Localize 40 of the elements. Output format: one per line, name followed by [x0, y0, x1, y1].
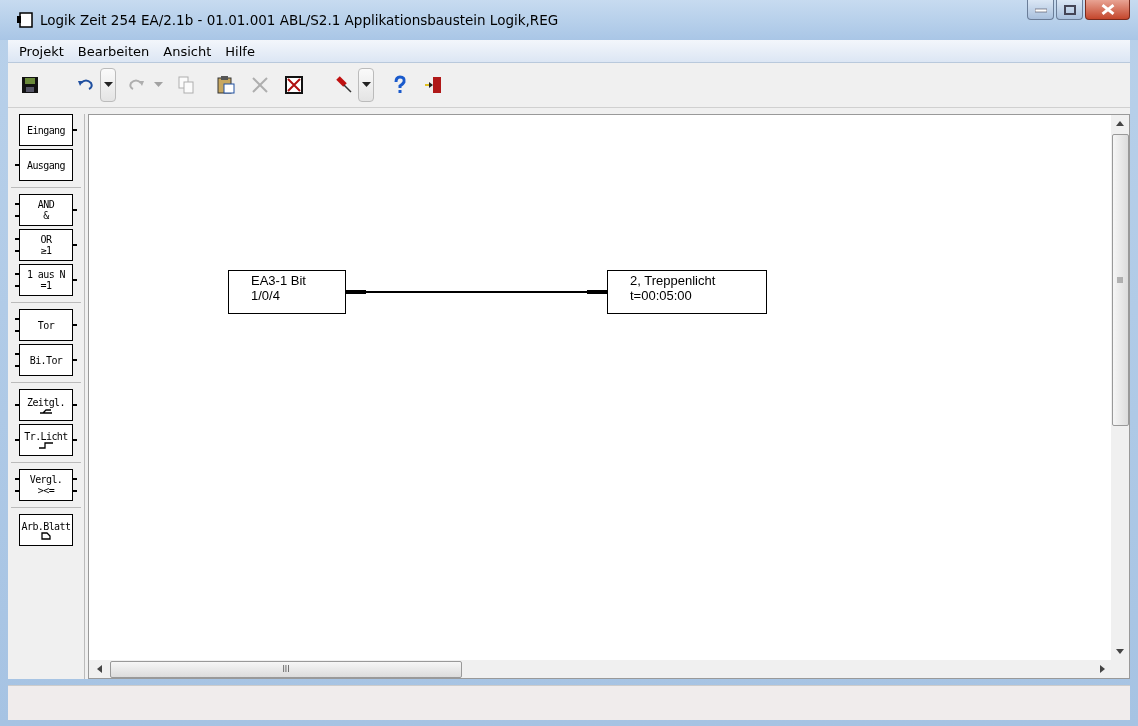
pushpin-icon: [334, 75, 354, 95]
scrollbar-grip: III: [282, 664, 290, 674]
save-icon: [20, 75, 40, 95]
copy-icon: [176, 75, 196, 95]
step-symbol-icon: [39, 442, 53, 449]
dropdown-button[interactable]: [100, 68, 116, 102]
menu-item[interactable]: Bearbeiten: [70, 43, 157, 59]
block-text: 1/0/4: [251, 288, 280, 303]
block-text: 2, Treppenlicht: [630, 273, 716, 288]
scroll-up-arrow-icon[interactable]: [1116, 121, 1124, 126]
dropdown-button[interactable]: [358, 68, 374, 102]
scroll-down-arrow-icon[interactable]: [1116, 649, 1124, 654]
window-title: Logik Zeit 254 EA/2.1b - 01.01.001 ABL/S2.1 Applikationsbaustein Logik,REG: [40, 12, 559, 28]
sheet-icon: [41, 531, 51, 540]
dropdown-arrow: [153, 82, 163, 88]
maximize-button[interactable]: [1056, 0, 1083, 20]
minimize-icon: [1034, 6, 1047, 13]
delete-icon: [250, 75, 270, 95]
scroll-left-arrow-icon[interactable]: [97, 665, 102, 673]
menu-item[interactable]: Projekt: [12, 43, 71, 59]
logic-block[interactable]: 2, Treppenlicht t=00:05:00: [607, 270, 767, 314]
app-icon: [16, 11, 34, 29]
menu-item[interactable]: Ansicht: [156, 43, 219, 59]
close-button[interactable]: [1085, 0, 1130, 20]
dropdown-arrow: [103, 82, 113, 88]
maximize-icon: [1063, 4, 1076, 15]
menu-item[interactable]: Hilfe: [218, 43, 262, 59]
delete-box-icon: [284, 75, 304, 95]
scroll-right-arrow-icon[interactable]: [1100, 665, 1105, 673]
close-icon: [1100, 4, 1115, 15]
paste-icon: [216, 75, 236, 95]
exit-door-icon: [424, 75, 444, 95]
dropdown-arrow: [361, 82, 371, 88]
delay-symbol-icon: [39, 407, 53, 414]
logic-block[interactable]: EA3-1 Bit 1/0/4: [228, 270, 346, 314]
diagram-canvas[interactable]: EA3-1 Bit 1/0/4 2, Treppenlicht t=00:05:00: [89, 115, 1111, 660]
block-text: t=00:05:00: [630, 288, 692, 303]
block-text: EA3-1 Bit: [251, 273, 306, 288]
grip-icon: [1117, 277, 1123, 283]
minimize-button[interactable]: [1027, 0, 1054, 20]
